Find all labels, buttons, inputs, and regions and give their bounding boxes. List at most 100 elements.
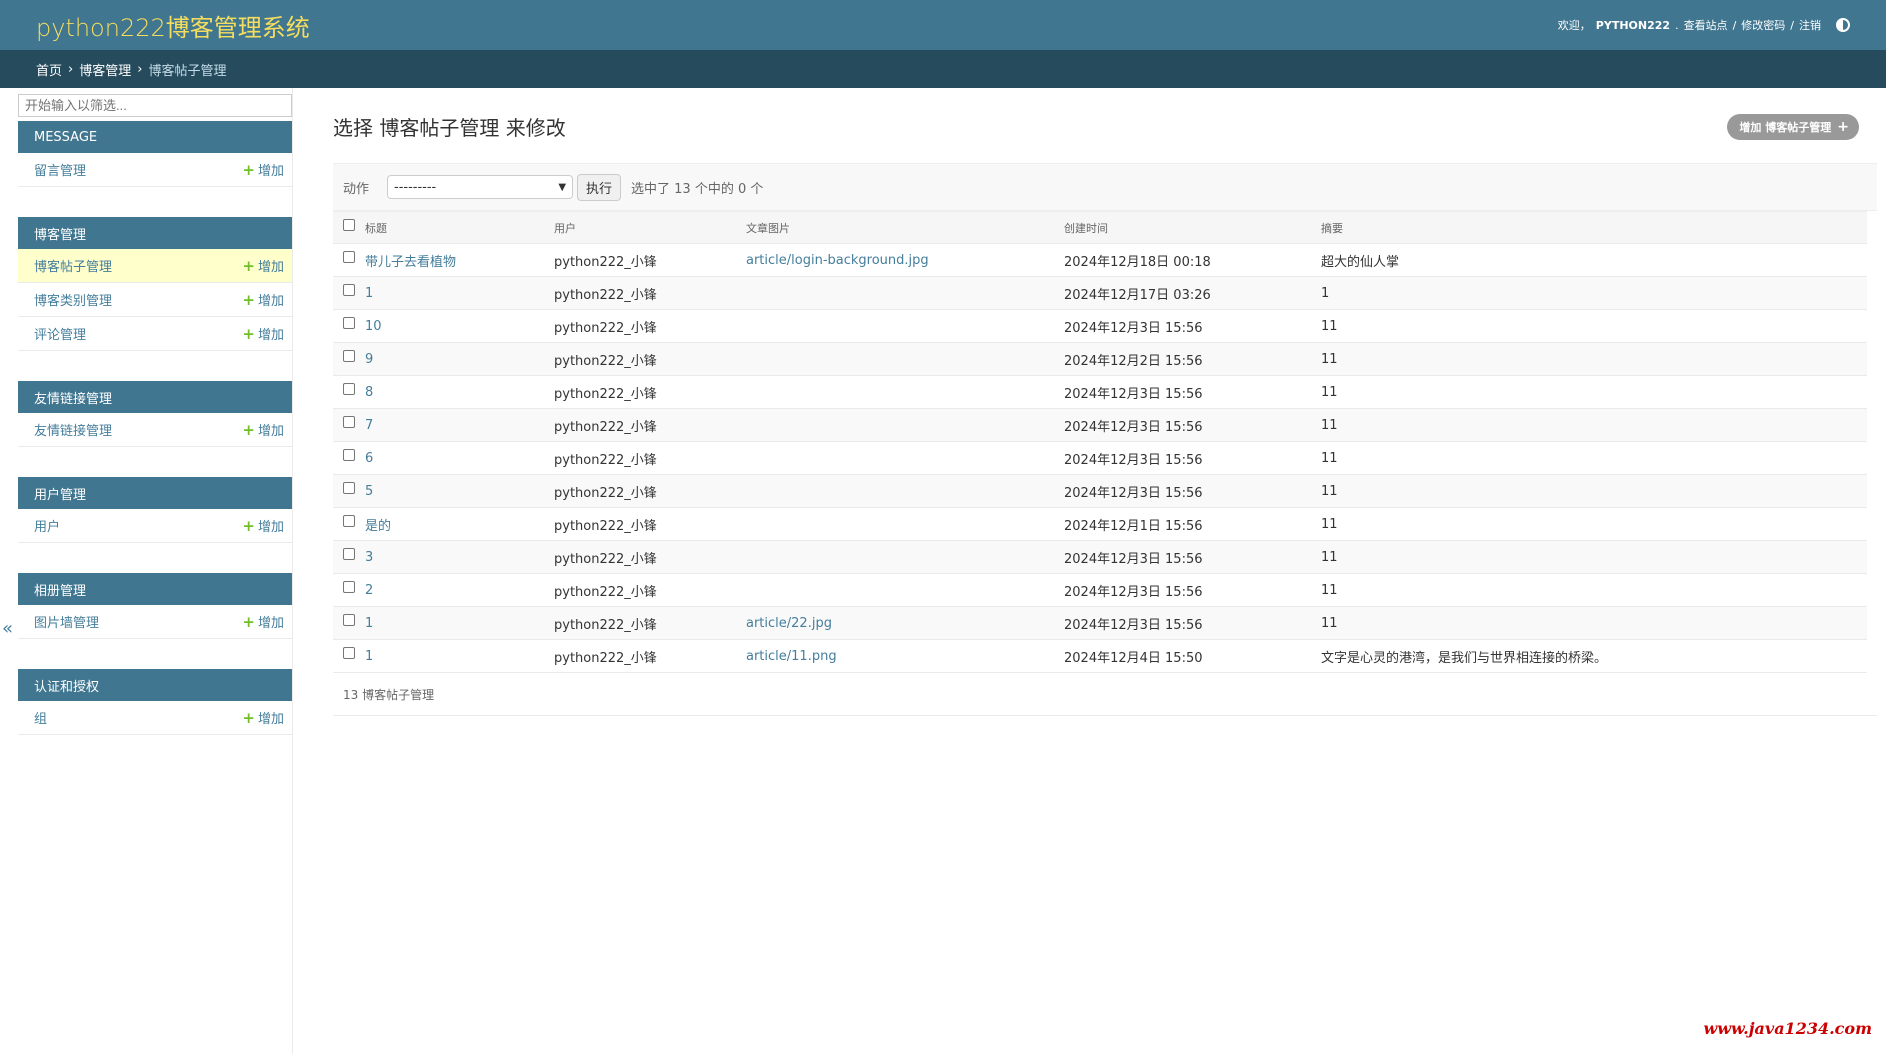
column-header-summary[interactable]: 摘要 xyxy=(1321,211,1867,244)
sidebar-item: 评论管理 + 增加 xyxy=(18,317,292,351)
post-title-link[interactable]: 带儿子去看植物 xyxy=(365,255,456,270)
sidebar-add-label: 增加 xyxy=(257,294,284,309)
table-row: 8 python222_小锋 2024年12月3日 15:56 11 xyxy=(333,375,1867,409)
cell-user: python222_小锋 xyxy=(554,375,746,409)
plus-icon: + xyxy=(242,420,255,439)
sidebar-module: MESSAGE 留言管理 + 增加 xyxy=(18,121,292,187)
post-title-link[interactable]: 1 xyxy=(365,286,373,301)
sidebar-add-link[interactable]: + 增加 xyxy=(242,324,284,344)
sidebar-module-caption[interactable]: 相册管理 xyxy=(18,573,292,605)
cell-title: 2 xyxy=(365,573,554,607)
sidebar-module-caption[interactable]: 博客管理 xyxy=(18,217,292,249)
plus-icon: + xyxy=(242,256,255,275)
row-select-cell xyxy=(333,408,365,442)
post-title-link[interactable]: 5 xyxy=(365,484,373,499)
sidebar-item-link[interactable]: 友情链接管理 xyxy=(34,420,112,439)
view-site-link[interactable]: 查看站点 xyxy=(1684,17,1728,33)
sidebar-item: 博客类别管理 + 增加 xyxy=(18,283,292,317)
cell-image xyxy=(746,441,1064,475)
column-header-user[interactable]: 用户 xyxy=(554,211,746,244)
post-title-link[interactable]: 8 xyxy=(365,385,373,400)
row-checkbox[interactable] xyxy=(343,614,355,626)
post-title-link[interactable]: 是的 xyxy=(365,519,391,534)
sidebar-item-link[interactable]: 博客帖子管理 xyxy=(34,256,112,275)
column-header-image[interactable]: 文章图片 xyxy=(746,211,1064,244)
sidebar-item-link[interactable]: 组 xyxy=(34,708,47,727)
table-row: 10 python222_小锋 2024年12月3日 15:56 11 xyxy=(333,309,1867,343)
sidebar-add-link[interactable]: + 增加 xyxy=(242,160,284,180)
sidebar-item: 图片墙管理 + 增加 xyxy=(18,605,292,639)
logout-link[interactable]: 注销 xyxy=(1799,17,1821,33)
page-title: 选择 博客帖子管理 来修改 xyxy=(333,116,566,140)
row-checkbox[interactable] xyxy=(343,383,355,395)
contrast-icon[interactable] xyxy=(1836,18,1850,32)
sidebar-add-link[interactable]: + 增加 xyxy=(242,420,284,440)
sidebar-item-link[interactable]: 博客类别管理 xyxy=(34,290,112,309)
select-all-checkbox[interactable] xyxy=(343,219,355,231)
row-checkbox[interactable] xyxy=(343,251,355,263)
sidebar-module-caption[interactable]: 友情链接管理 xyxy=(18,381,292,413)
row-checkbox[interactable] xyxy=(343,515,355,527)
post-title-link[interactable]: 10 xyxy=(365,319,382,334)
post-title-link[interactable]: 3 xyxy=(365,550,373,565)
cell-summary: 11 xyxy=(1321,441,1867,475)
sidebar-item: 友情链接管理 + 增加 xyxy=(18,413,292,447)
cell-title: 3 xyxy=(365,540,554,574)
post-title-link[interactable]: 7 xyxy=(365,418,373,433)
go-button[interactable]: 执行 xyxy=(577,173,622,201)
sidebar-add-link[interactable]: + 增加 xyxy=(242,708,284,728)
sidebar-add-link[interactable]: + 增加 xyxy=(242,256,284,276)
sidebar-add-link[interactable]: + 增加 xyxy=(242,612,284,632)
sidebar-module-caption[interactable]: MESSAGE xyxy=(18,121,292,153)
post-title-link[interactable]: 2 xyxy=(365,583,373,598)
row-checkbox[interactable] xyxy=(343,284,355,296)
cell-user: python222_小锋 xyxy=(554,639,746,673)
post-title-link[interactable]: 1 xyxy=(365,616,373,631)
column-header-created[interactable]: 创建时间 xyxy=(1064,211,1321,244)
change-password-link[interactable]: 修改密码 xyxy=(1741,17,1785,33)
post-title-link[interactable]: 1 xyxy=(365,649,373,664)
cell-summary: 11 xyxy=(1321,507,1867,541)
row-checkbox[interactable] xyxy=(343,548,355,560)
row-checkbox[interactable] xyxy=(343,647,355,659)
row-checkbox[interactable] xyxy=(343,581,355,593)
sidebar-item-link[interactable]: 评论管理 xyxy=(34,324,86,343)
column-header-title[interactable]: 标题 xyxy=(365,211,554,244)
post-title-link[interactable]: 6 xyxy=(365,451,373,466)
row-checkbox[interactable] xyxy=(343,317,355,329)
site-name-link[interactable]: python222博客管理系统 xyxy=(36,8,310,43)
cell-image xyxy=(746,474,1064,508)
image-link[interactable]: article/11.png xyxy=(746,649,837,664)
sidebar-module-caption[interactable]: 认证和授权 xyxy=(18,669,292,701)
row-checkbox[interactable] xyxy=(343,350,355,362)
title-row: 选择 博客帖子管理 来修改 增加 博客帖子管理 + xyxy=(333,112,1877,141)
action-select[interactable]: --------- ▼ xyxy=(387,175,574,199)
plus-icon: + xyxy=(242,290,255,309)
cell-image xyxy=(746,309,1064,343)
cell-summary: 11 xyxy=(1321,573,1867,607)
cell-title: 10 xyxy=(365,309,554,343)
row-checkbox[interactable] xyxy=(343,416,355,428)
sidebar-add-link[interactable]: + 增加 xyxy=(242,290,284,310)
sidebar-module-caption[interactable]: 用户管理 xyxy=(18,477,292,509)
cell-user: python222_小锋 xyxy=(554,540,746,574)
cell-user: python222_小锋 xyxy=(554,408,746,442)
sidebar-item-link[interactable]: 用户 xyxy=(34,516,60,535)
breadcrumb-app[interactable]: 博客管理 xyxy=(79,60,131,79)
image-link[interactable]: article/login-background.jpg xyxy=(746,253,929,268)
add-post-button[interactable]: 增加 博客帖子管理 + xyxy=(1727,113,1859,140)
row-checkbox[interactable] xyxy=(343,482,355,494)
sidebar-item-link[interactable]: 留言管理 xyxy=(34,160,86,179)
sidebar-add-link[interactable]: + 增加 xyxy=(242,516,284,536)
row-checkbox[interactable] xyxy=(343,449,355,461)
cell-created: 2024年12月3日 15:56 xyxy=(1064,309,1321,343)
toggle-sidebar-button[interactable]: « xyxy=(2,618,13,639)
sidebar-module: 相册管理图片墙管理 + 增加 xyxy=(18,573,292,639)
sidebar-item-link[interactable]: 图片墙管理 xyxy=(34,612,99,631)
cell-created: 2024年12月3日 15:56 xyxy=(1064,375,1321,409)
sidebar-filter-input[interactable] xyxy=(18,94,292,117)
image-link[interactable]: article/22.jpg xyxy=(746,616,832,631)
breadcrumb: 首页 › 博客管理 › 博客帖子管理 xyxy=(0,50,1886,88)
post-title-link[interactable]: 9 xyxy=(365,352,373,367)
breadcrumb-home[interactable]: 首页 xyxy=(36,60,62,79)
